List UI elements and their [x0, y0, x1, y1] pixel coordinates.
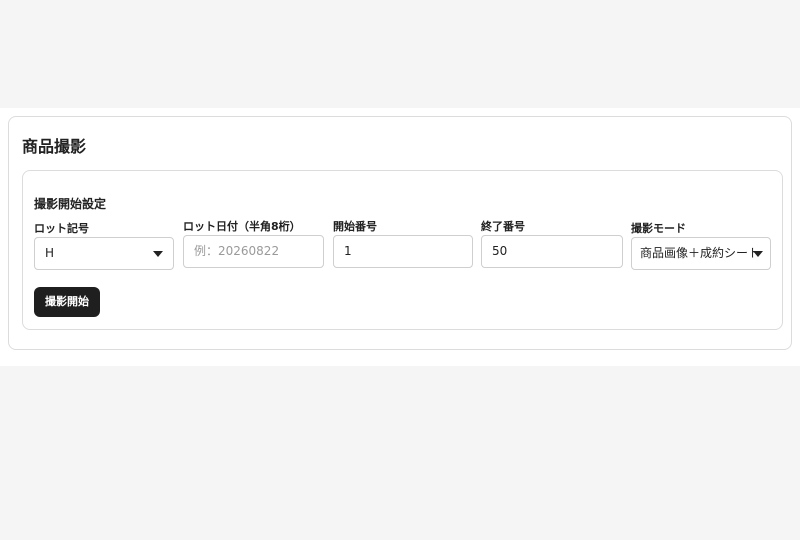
page-title: 商品撮影 — [22, 137, 87, 156]
end-number-input[interactable]: 50 — [481, 235, 623, 268]
shoot-mode-label: 撮影モード — [631, 222, 686, 235]
end-number-field: 終了番号 50 — [481, 219, 623, 268]
start-shoot-button[interactable]: 撮影開始 — [34, 287, 100, 317]
lot-symbol-label: ロット記号 — [34, 222, 89, 235]
end-number-label: 終了番号 — [481, 220, 525, 233]
product-shoot-card: 商品撮影 撮影開始設定 ロット記号 H ロット日付（半角8桁） 例：202608… — [8, 116, 792, 350]
lot-symbol-value: H — [45, 246, 55, 260]
lot-date-label: ロット日付（半角8桁） — [183, 220, 301, 233]
caret-down-icon — [753, 251, 763, 257]
shoot-settings-panel: 撮影開始設定 ロット記号 H ロット日付（半角8桁） 例：20260822 開始… — [22, 170, 783, 330]
lot-date-field: ロット日付（半角8桁） 例：20260822 — [183, 219, 324, 268]
shoot-mode-select[interactable]: 商品画像＋成約シート — [631, 237, 771, 270]
settings-title: 撮影開始設定 — [34, 197, 107, 211]
caret-down-icon — [153, 251, 163, 257]
start-number-input[interactable]: 1 — [333, 235, 473, 268]
shoot-mode-field: 撮影モード 商品画像＋成約シート — [631, 221, 771, 270]
shoot-mode-value: 商品画像＋成約シート — [640, 246, 761, 260]
lot-symbol-select[interactable]: H — [34, 237, 174, 270]
lot-symbol-field: ロット記号 H — [34, 221, 174, 270]
lot-date-input[interactable]: 例：20260822 — [183, 235, 324, 268]
start-number-label: 開始番号 — [333, 220, 377, 233]
start-number-field: 開始番号 1 — [333, 219, 473, 268]
